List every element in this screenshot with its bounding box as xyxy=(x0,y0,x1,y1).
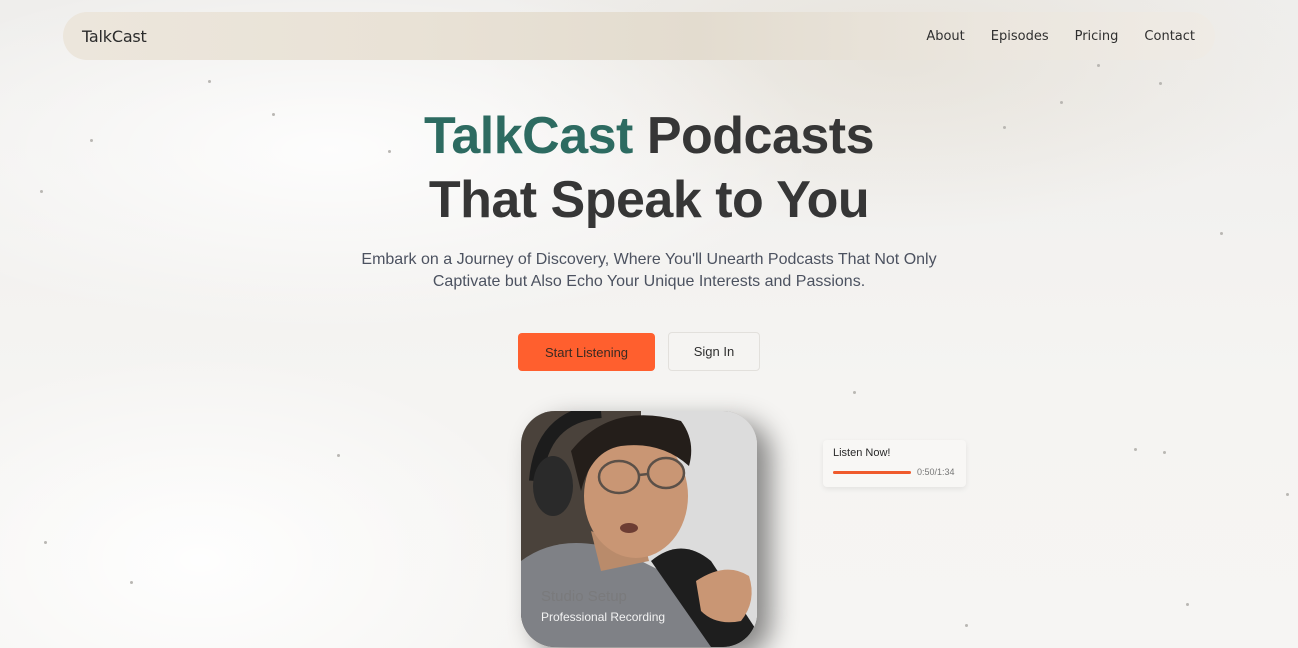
nav-links: About Episodes Pricing Contact xyxy=(900,29,1195,44)
hero-subtitle-line2: Captivate but Also Echo Your Unique Inte… xyxy=(432,273,866,290)
background-speck xyxy=(337,454,340,457)
hero-subtitle: Embark on a Journey of Discovery, Where … xyxy=(0,249,1298,293)
player-row: 0:50/1:34 xyxy=(833,467,956,477)
hero-title-rest: Podcasts xyxy=(632,107,875,165)
background-speck xyxy=(1134,448,1137,451)
start-listening-button[interactable]: Start Listening xyxy=(518,333,655,371)
podcast-host-card[interactable]: Studio Setup Professional Recording xyxy=(521,411,757,647)
top-navbar: TalkCast About Episodes Pricing Contact xyxy=(63,12,1215,60)
listen-now-player[interactable]: Listen Now! 0:50/1:34 xyxy=(823,440,966,487)
background-speck xyxy=(1163,451,1166,454)
background-speck xyxy=(44,541,47,544)
progress-bar[interactable] xyxy=(833,470,911,474)
brand-logo[interactable]: TalkCast xyxy=(82,27,147,46)
hero-subtitle-line1: Embark on a Journey of Discovery, Where … xyxy=(361,251,937,268)
hero-title-line2: That Speak to You xyxy=(428,171,870,229)
background-speck xyxy=(1220,232,1223,235)
background-speck xyxy=(1097,64,1100,67)
hero-title-accent: TalkCast xyxy=(423,107,633,165)
card-title: Studio Setup xyxy=(541,588,627,605)
card-subtitle: Professional Recording xyxy=(541,610,666,624)
page: TalkCast About Episodes Pricing Contact … xyxy=(0,0,1298,648)
nav-link-contact[interactable]: Contact xyxy=(1144,29,1195,44)
progress-fill xyxy=(833,470,911,474)
nav-link-episodes[interactable]: Episodes xyxy=(991,29,1049,44)
nav-link-about[interactable]: About xyxy=(926,29,964,44)
background-speck xyxy=(965,624,968,627)
background-speck xyxy=(1159,82,1162,85)
background-speck xyxy=(130,581,133,584)
player-time: 0:50/1:34 xyxy=(917,467,955,477)
background-speck xyxy=(1286,493,1289,496)
hero-title: TalkCast Podcasts That Speak to You xyxy=(0,104,1298,232)
sign-in-button[interactable]: Sign In xyxy=(668,332,760,371)
player-label: Listen Now! xyxy=(833,447,891,459)
background-speck xyxy=(853,391,856,394)
nav-link-pricing[interactable]: Pricing xyxy=(1075,29,1119,44)
background-speck xyxy=(1186,603,1189,606)
background-speck xyxy=(208,80,211,83)
